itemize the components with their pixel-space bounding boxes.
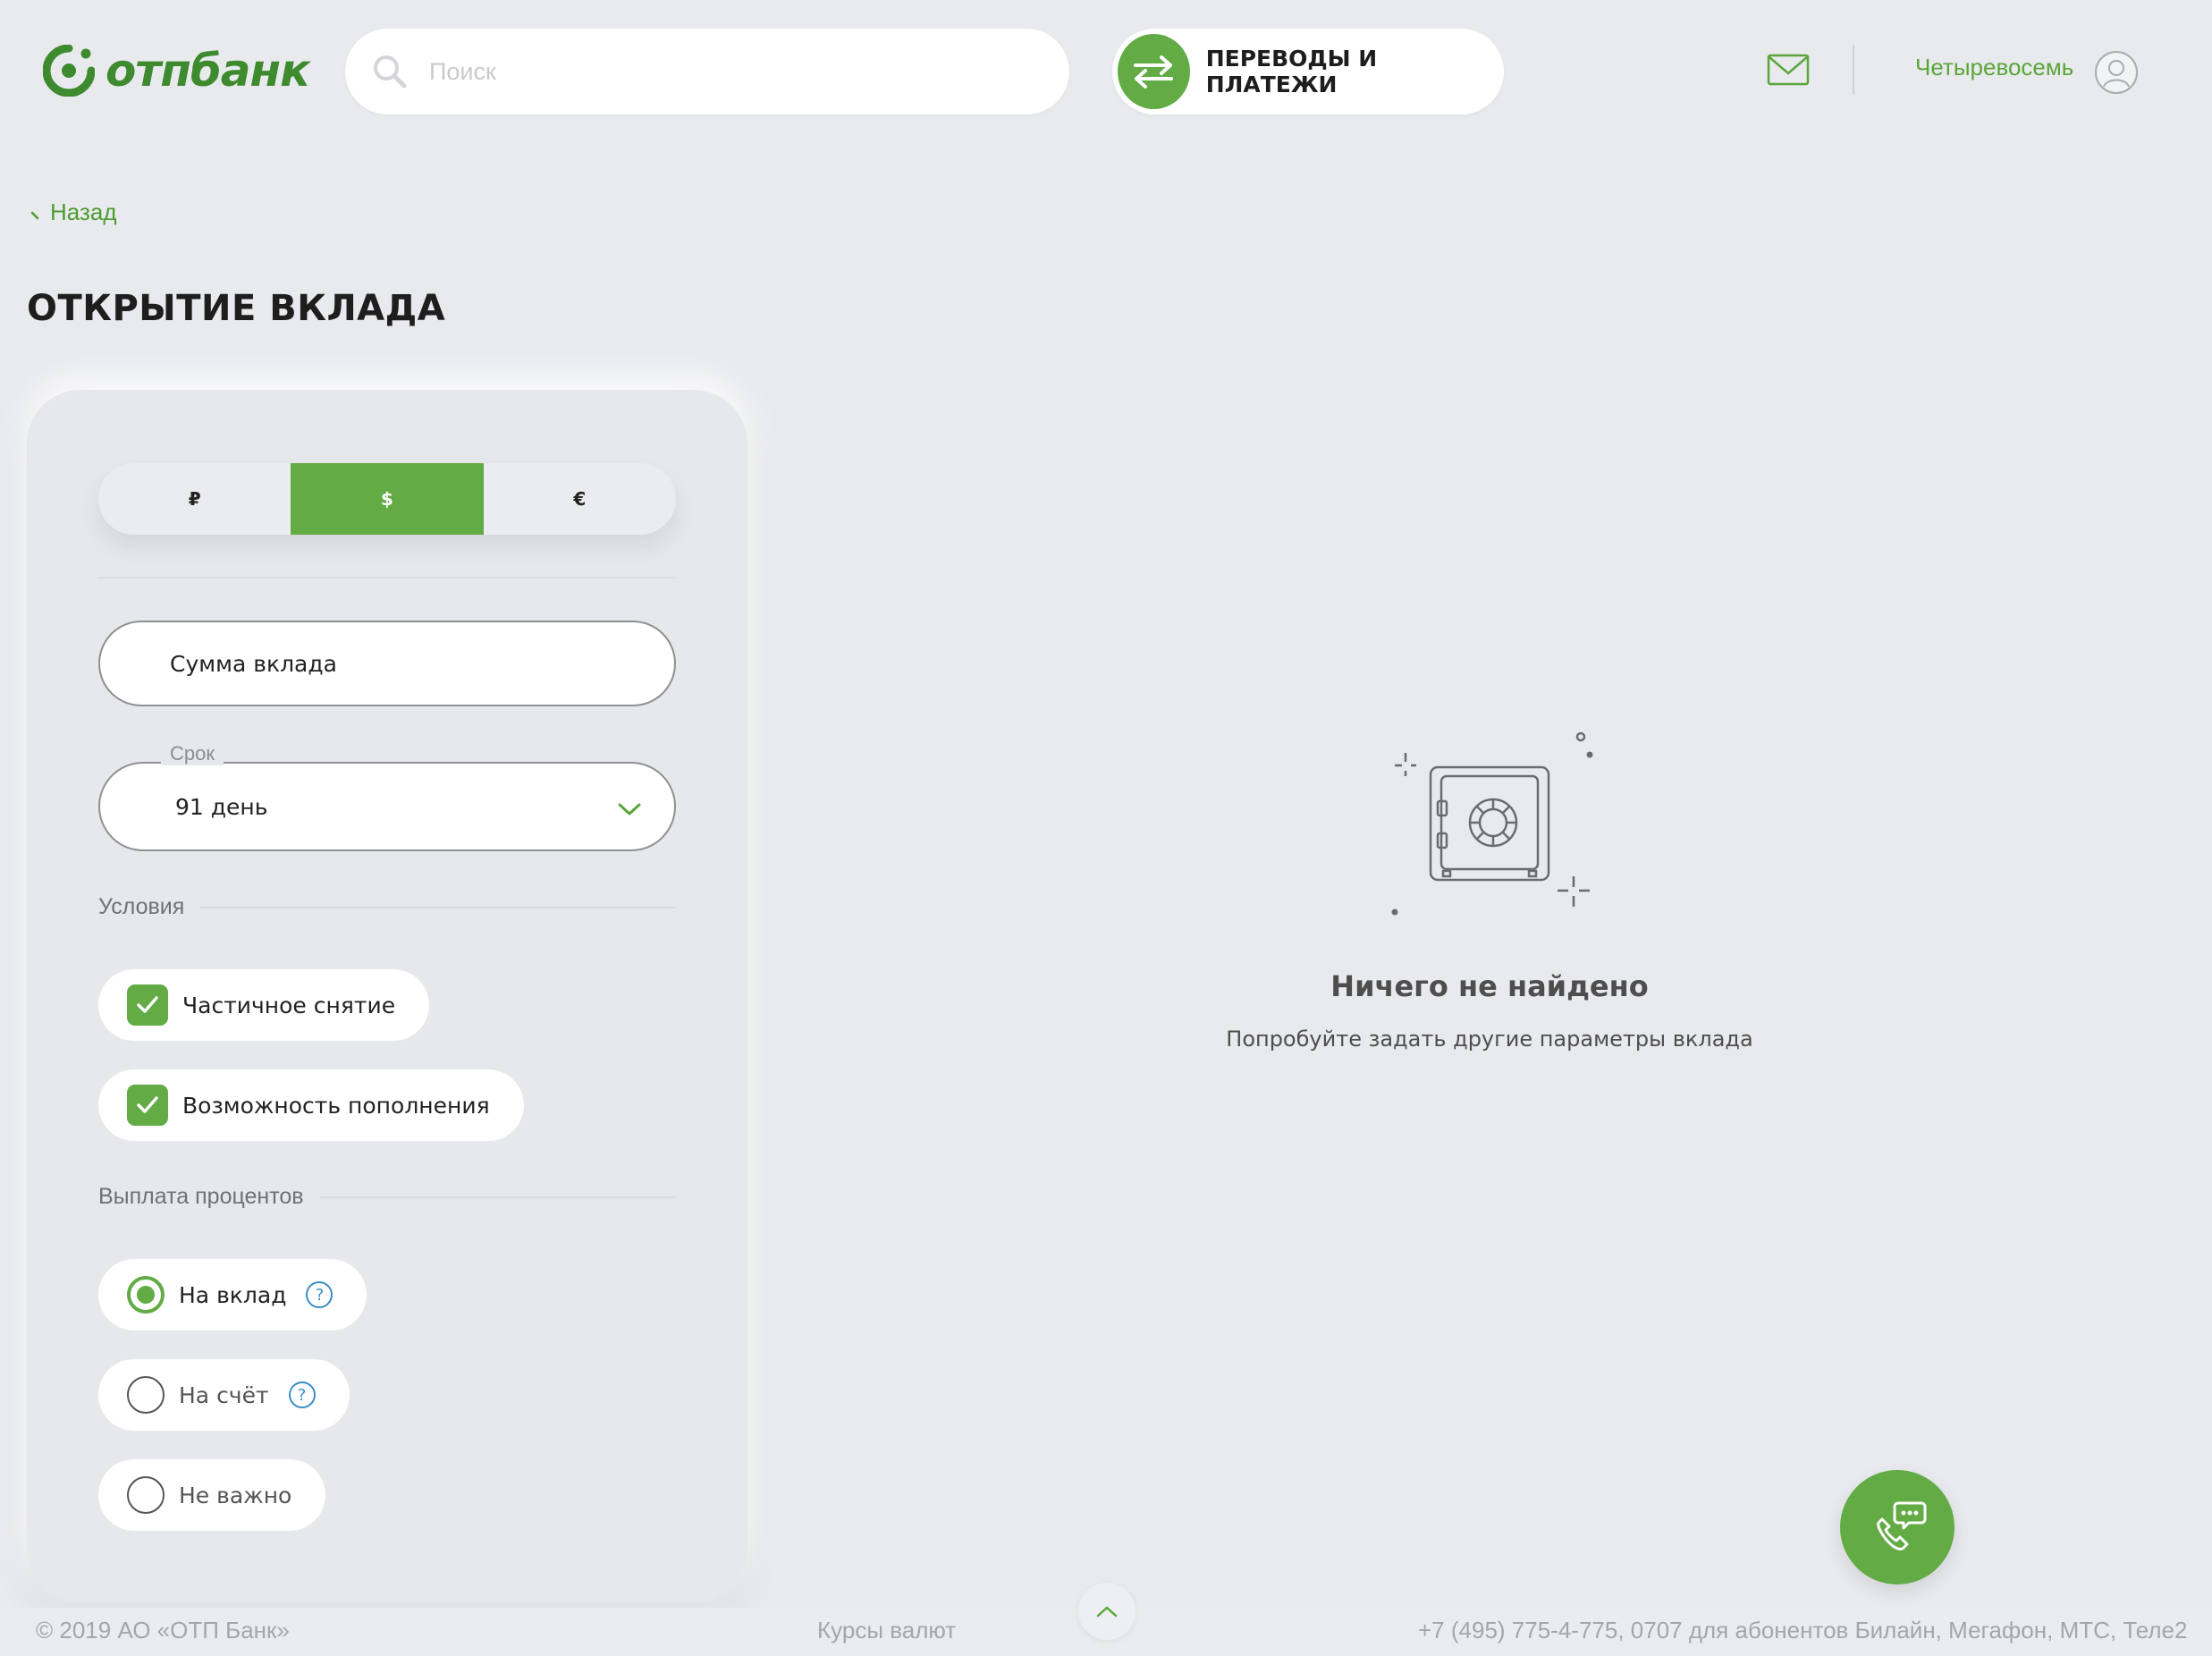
conditions-label: Условия bbox=[98, 894, 185, 919]
footer-phones: +7 (495) 775-4-775, 0707 для абонентов Б… bbox=[1418, 1617, 2188, 1643]
otp-logo-icon bbox=[43, 45, 95, 97]
empty-state-subtitle: Попробуйте задать другие параметры вклад… bbox=[1226, 1027, 1753, 1052]
term-label: Срок bbox=[161, 742, 224, 765]
conditions-section-label: Условия bbox=[98, 894, 676, 920]
search-input[interactable] bbox=[429, 57, 1001, 86]
back-link[interactable]: Назад bbox=[27, 199, 117, 226]
footer-copyright: © 2019 АО «ОТП Банк» bbox=[36, 1617, 290, 1643]
radio-unselected-icon bbox=[127, 1376, 165, 1414]
phone-chat-icon bbox=[1877, 1501, 1927, 1550]
divider bbox=[98, 577, 676, 579]
help-icon[interactable]: ? bbox=[288, 1381, 316, 1408]
radio-label: На вклад bbox=[179, 1281, 287, 1308]
header-divider bbox=[1853, 45, 1854, 95]
transfers-payments-button[interactable]: ПЕРЕВОДЫ И ПЛАТЕЖИ bbox=[1112, 29, 1504, 114]
deposit-amount-field[interactable] bbox=[98, 621, 676, 706]
payout-label: Выплата процентов bbox=[98, 1184, 304, 1209]
radio-label: На счёт bbox=[179, 1381, 269, 1408]
currency-eur-button[interactable]: € bbox=[484, 463, 676, 535]
payout-section-label: Выплата процентов bbox=[98, 1184, 676, 1210]
user-name-link[interactable]: Четыревосемь bbox=[1915, 54, 2073, 81]
safe-icon bbox=[1391, 731, 1593, 916]
transfer-arrows-icon bbox=[1118, 34, 1190, 109]
search-bar[interactable] bbox=[345, 29, 1069, 114]
currency-rub-button[interactable]: ₽ bbox=[98, 463, 291, 535]
payout-rule bbox=[319, 1196, 676, 1198]
term-value: 91 день bbox=[175, 793, 268, 820]
otp-logo[interactable]: отпбанк bbox=[43, 41, 310, 100]
payout-to-account-radio[interactable]: На счёт ? bbox=[98, 1359, 350, 1431]
mail-icon[interactable] bbox=[1767, 52, 1810, 89]
chevron-up-icon bbox=[1096, 1606, 1118, 1618]
page-title: ОТКРЫТИЕ ВКЛАДА bbox=[27, 288, 446, 329]
exchange-rates-link[interactable]: Курсы валют bbox=[817, 1617, 956, 1644]
payout-no-matter-radio[interactable]: Не важно bbox=[98, 1459, 326, 1531]
checkbox-label: Возможность пополнения bbox=[182, 1092, 490, 1119]
payout-to-deposit-radio[interactable]: На вклад ? bbox=[98, 1259, 367, 1331]
check-icon bbox=[127, 1085, 168, 1126]
currency-usd-button[interactable]: $ bbox=[291, 463, 484, 535]
back-label: Назад bbox=[50, 199, 117, 225]
user-avatar-icon[interactable] bbox=[2094, 50, 2139, 95]
radio-unselected-icon bbox=[127, 1476, 165, 1514]
call-chat-button[interactable] bbox=[1840, 1470, 1954, 1584]
term-select[interactable]: 91 день bbox=[98, 762, 676, 851]
help-icon[interactable]: ? bbox=[306, 1281, 333, 1308]
radio-label: Не важно bbox=[179, 1482, 292, 1508]
check-icon bbox=[127, 984, 168, 1026]
empty-state-title: Ничего не найдено bbox=[1330, 969, 1649, 1003]
replenishment-checkbox[interactable]: Возможность пополнения bbox=[98, 1069, 524, 1141]
chevron-left-icon bbox=[30, 211, 39, 219]
radio-selected-icon bbox=[127, 1276, 165, 1314]
conditions-rule bbox=[200, 906, 676, 908]
transfers-label: ПЕРЕВОДЫ И ПЛАТЕЖИ bbox=[1205, 46, 1378, 97]
chevron-down-icon bbox=[618, 803, 641, 815]
logo-text: отпбанк bbox=[106, 45, 310, 97]
scroll-top-button[interactable] bbox=[1078, 1583, 1136, 1640]
deposit-amount-input[interactable] bbox=[170, 650, 635, 677]
currency-switch: ₽ $ € bbox=[98, 463, 676, 535]
checkbox-label: Частичное снятие bbox=[182, 992, 396, 1018]
partial-withdrawal-checkbox[interactable]: Частичное снятие bbox=[98, 969, 430, 1041]
search-icon bbox=[374, 55, 407, 89]
